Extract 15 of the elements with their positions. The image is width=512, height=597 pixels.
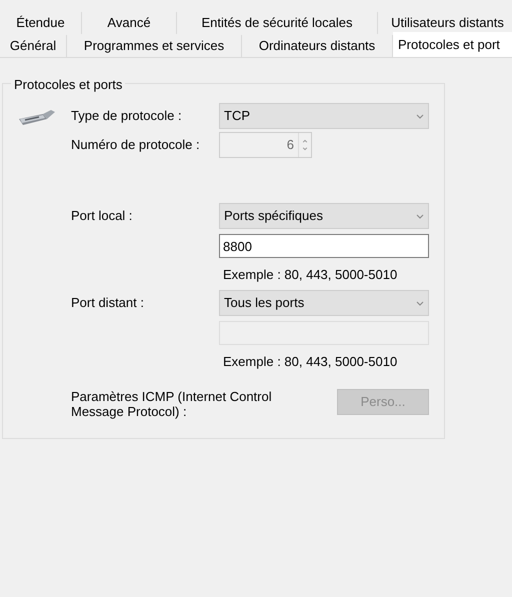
- example-text: Exemple : 80, 443, 5000-5010: [223, 352, 398, 371]
- field-label: Numéro de protocole :: [71, 136, 201, 154]
- chevron-down-icon: [416, 300, 424, 306]
- field-label: Port local :: [71, 207, 134, 226]
- example-text: Exemple : 80, 443, 5000-5010: [223, 266, 398, 284]
- dropdown[interactable]: Tous les ports: [219, 290, 429, 316]
- dropdown[interactable]: TCP: [219, 103, 429, 129]
- chevron-down-icon: [416, 214, 424, 218]
- field-label: Port distant :: [71, 294, 145, 312]
- field-label: Type de protocole :: [71, 107, 183, 126]
- tab[interactable]: Protocoles et port: [393, 32, 512, 57]
- port-input[interactable]: 8800: [219, 234, 429, 258]
- chevron-down-icon: [416, 114, 424, 118]
- dropdown[interactable]: Ports spécifiques: [219, 203, 429, 229]
- icmp-label: Paramètres ICMP (Internet Control Message Protocol) :: [71, 389, 273, 419]
